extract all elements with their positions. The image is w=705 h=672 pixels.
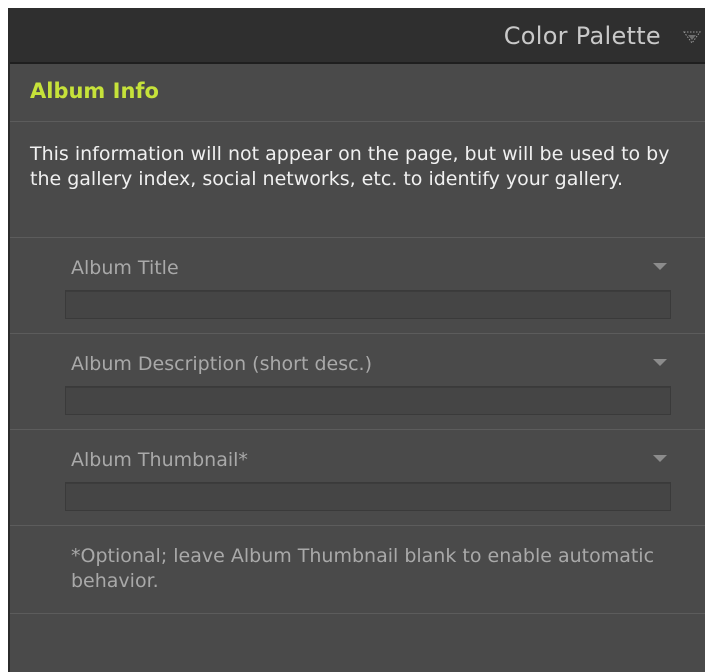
panel-header[interactable]: Color Palette	[10, 8, 705, 64]
album-thumbnail-field: Album Thumbnail*	[10, 430, 705, 526]
section-description: This information will not appear on the …	[10, 122, 705, 238]
album-description-label: Album Description (short desc.)	[71, 353, 373, 375]
album-title-field: Album Title	[10, 238, 705, 334]
album-title-label: Album Title	[71, 257, 179, 279]
optional-footnote: *Optional; leave Album Thumbnail blank t…	[10, 526, 705, 614]
dropdown-arrow-icon[interactable]	[653, 359, 667, 366]
album-thumbnail-input[interactable]	[65, 482, 671, 511]
dropdown-arrow-icon[interactable]	[653, 455, 667, 462]
collapse-triangle-icon[interactable]	[683, 30, 701, 44]
album-thumbnail-label: Album Thumbnail*	[71, 449, 248, 471]
panel-title[interactable]: Color Palette	[504, 22, 661, 50]
settings-panel: Color Palette Album Info This informatio…	[8, 8, 705, 672]
dropdown-arrow-icon[interactable]	[653, 263, 667, 270]
section-title[interactable]: Album Info	[10, 64, 705, 122]
album-title-input[interactable]	[65, 290, 671, 319]
album-description-field: Album Description (short desc.)	[10, 334, 705, 430]
album-description-input[interactable]	[65, 386, 671, 415]
